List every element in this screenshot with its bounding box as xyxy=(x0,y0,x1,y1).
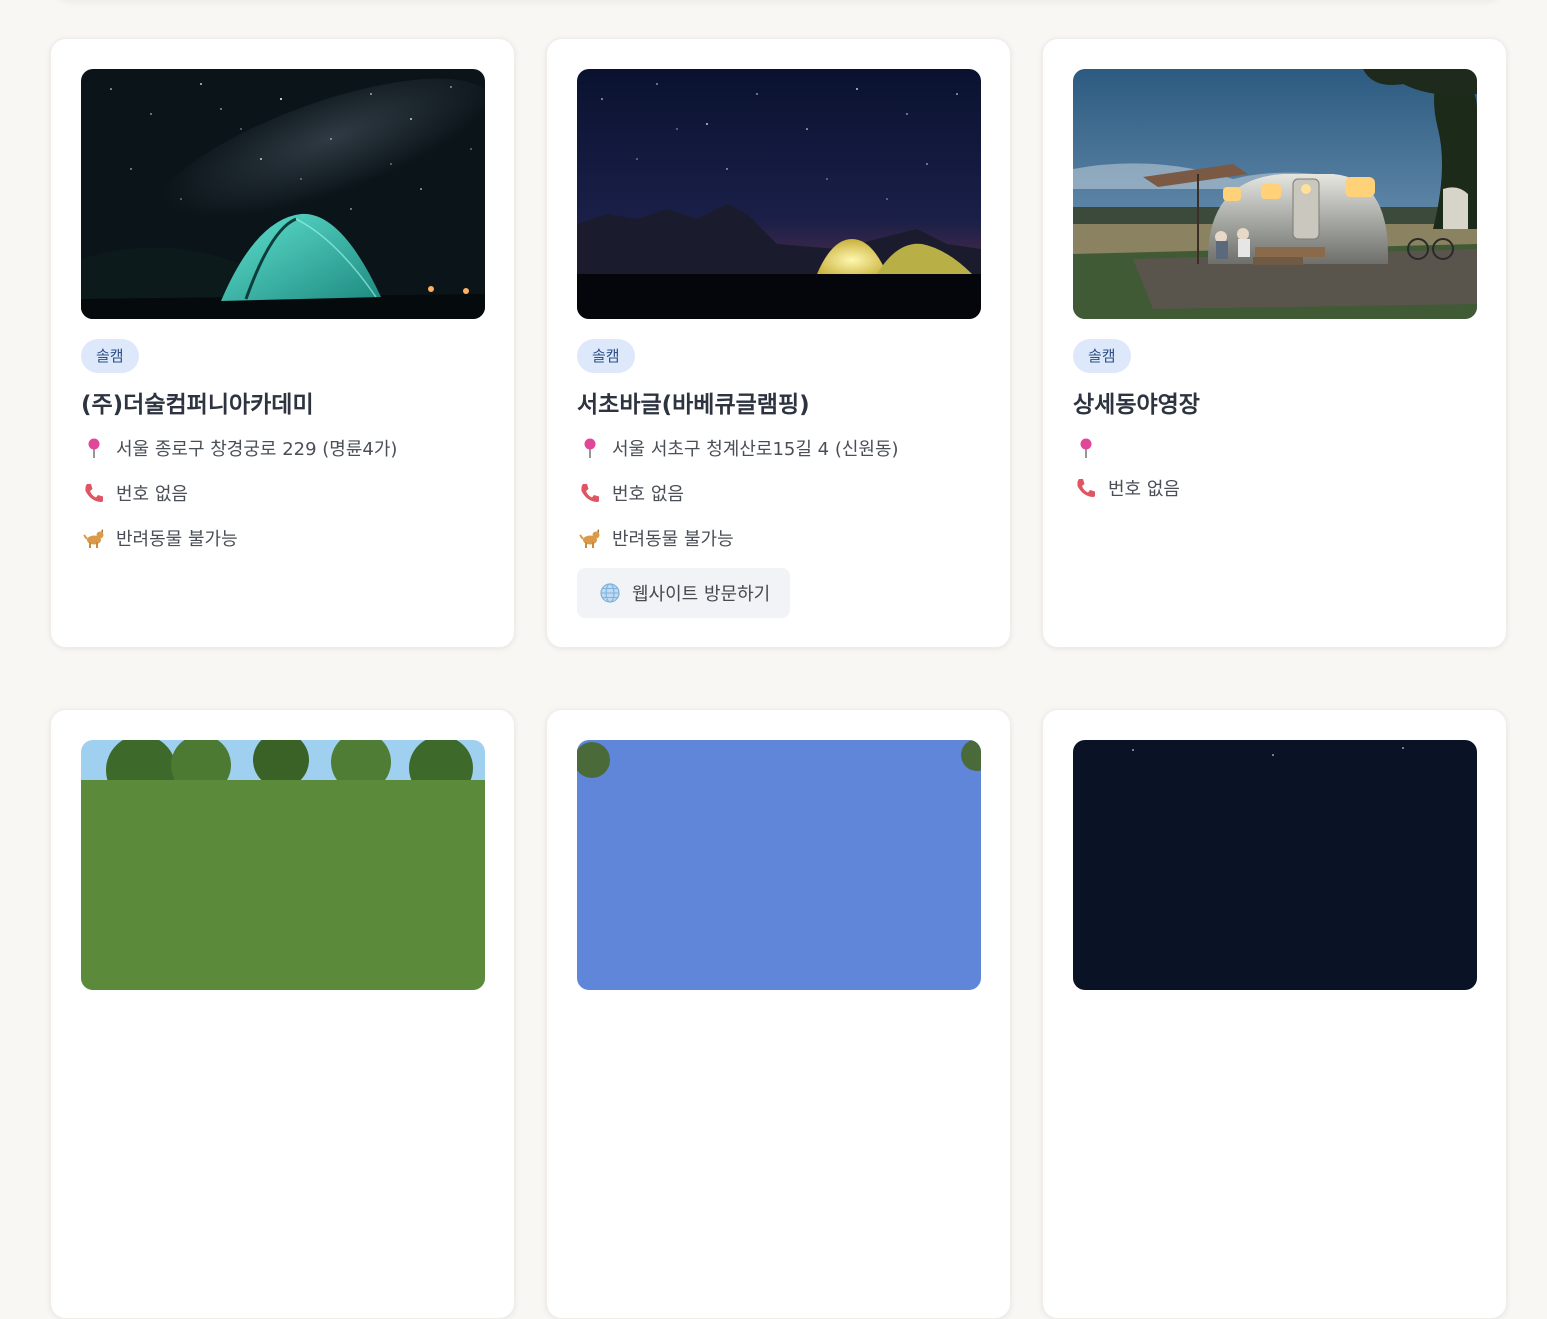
pet-row: 반려동물 불가능 xyxy=(81,525,238,551)
phone-icon xyxy=(81,480,107,506)
pin-icon xyxy=(1073,435,1099,461)
dog-icon xyxy=(577,525,603,551)
address-row xyxy=(1073,435,1108,461)
campsite-photo xyxy=(577,740,981,990)
tent-night-photo-icon xyxy=(81,69,485,319)
campsite-card[interactable]: 솔캠 서초바글(바베큐글램핑) 서울 서초구 청계산로15길 4 (신원동) 번… xyxy=(546,38,1011,648)
phone-row: 번호 없음 xyxy=(81,480,188,506)
phone-text: 번호 없음 xyxy=(116,484,188,505)
address-text: 서울 서초구 청계산로15길 4 (신원동) xyxy=(612,439,899,460)
campsite-card[interactable] xyxy=(50,709,515,1319)
phone-icon xyxy=(1073,475,1099,501)
campsite-card[interactable]: 솔캠 (주)더술컴퍼니아카데미 서울 종로구 창경궁로 229 (명륜4가) 번… xyxy=(50,38,515,648)
campsite-photo xyxy=(1073,69,1477,319)
campsite-card[interactable] xyxy=(546,709,1011,1319)
address-text: 서울 종로구 창경궁로 229 (명륜4가) xyxy=(116,439,398,460)
dog-icon xyxy=(81,525,107,551)
category-badge: 솔캠 xyxy=(1073,339,1131,373)
campsite-name: 상세동야영장 xyxy=(1073,392,1200,418)
globe-icon xyxy=(599,582,621,604)
category-badge: 솔캠 xyxy=(577,339,635,373)
campsite-photo xyxy=(81,69,485,319)
campsite-photo xyxy=(1073,740,1477,990)
phone-text: 번호 없음 xyxy=(1108,479,1180,500)
address-row: 서울 서초구 청계산로15길 4 (신원동) xyxy=(577,435,899,461)
visit-website-button[interactable]: 웹사이트 방문하기 xyxy=(577,568,791,618)
phone-text: 번호 없음 xyxy=(612,484,684,505)
campsite-card[interactable] xyxy=(1042,709,1507,1319)
pet-row: 반려동물 불가능 xyxy=(577,525,734,551)
campsite-name: 서초바글(바베큐글램핑) xyxy=(577,392,810,418)
address-row: 서울 종로구 창경궁로 229 (명륜4가) xyxy=(81,435,397,461)
pet-text: 반려동물 불가능 xyxy=(116,529,238,550)
campsite-photo xyxy=(577,69,981,319)
visit-website-label: 웹사이트 방문하기 xyxy=(632,584,771,605)
campsite-photo xyxy=(81,740,485,990)
pin-icon xyxy=(81,435,107,461)
night-sky-photo-icon xyxy=(1073,740,1477,990)
phone-row: 번호 없음 xyxy=(577,480,684,506)
glowing-tents-photo-icon xyxy=(577,69,981,319)
pet-text: 반려동물 불가능 xyxy=(612,529,734,550)
campsite-name: (주)더술컴퍼니아카데미 xyxy=(81,392,314,418)
camper-trailer-photo-icon xyxy=(1073,69,1477,319)
category-badge: 솔캠 xyxy=(81,339,139,373)
phone-row: 번호 없음 xyxy=(1073,475,1180,501)
campsite-card[interactable]: 솔캠 상세동야영장 번호 없음 xyxy=(1042,38,1507,648)
phone-icon xyxy=(577,480,603,506)
forest-photo-icon xyxy=(81,740,485,990)
pin-icon xyxy=(577,435,603,461)
blue-sky-photo-icon xyxy=(577,740,981,990)
